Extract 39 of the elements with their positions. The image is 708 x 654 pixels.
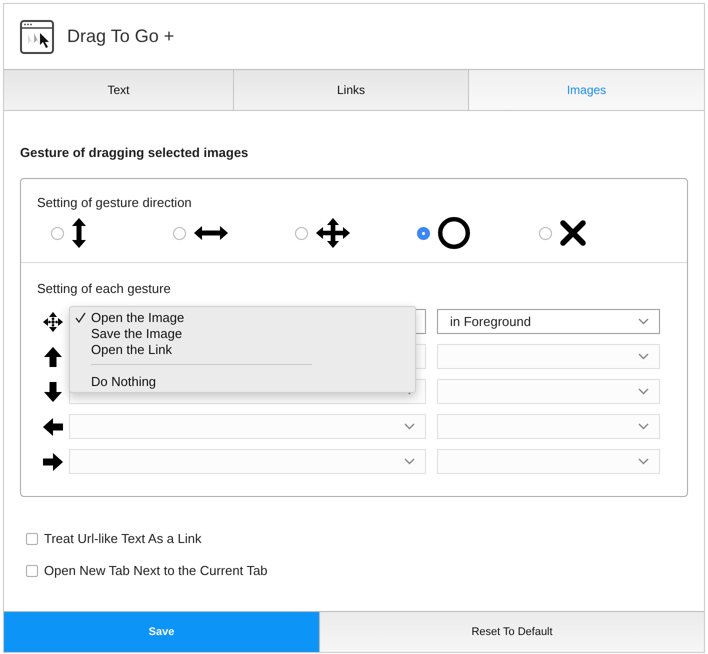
tab[interactable]: Links (234, 70, 469, 110)
checkbox[interactable] (26, 564, 38, 576)
left-arrow-icon (42, 416, 64, 438)
radio-button[interactable] (417, 226, 430, 240)
four-way-arrow-icon (42, 310, 64, 332)
tab[interactable]: Text (4, 70, 234, 110)
radio-button[interactable] (173, 226, 186, 240)
cross-icon (560, 220, 586, 246)
up-arrow-icon (42, 346, 64, 368)
chevron-down-icon (638, 353, 649, 360)
up-down-arrow-icon (72, 218, 86, 248)
checkbox[interactable] (26, 532, 38, 544)
chevron-down-icon (638, 388, 649, 395)
reset-button[interactable]: Reset To Default (319, 612, 704, 652)
radio-button[interactable] (295, 226, 308, 240)
menu-item[interactable]: Do Nothing (70, 373, 415, 389)
circle-icon (438, 217, 470, 249)
menu-item[interactable]: Open the Image (70, 309, 415, 325)
menu-item[interactable]: Open the Link (70, 341, 415, 357)
dropdown[interactable]: in Foreground (437, 309, 660, 334)
app-title: Drag To Go + (67, 26, 174, 47)
section-heading: Gesture of dragging selected images (20, 145, 250, 160)
group-label: Setting of gesture direction (37, 195, 193, 210)
down-arrow-icon (42, 380, 64, 402)
group-label: Setting of each gesture (37, 281, 172, 296)
chevron-down-icon (638, 458, 649, 465)
chevron-down-icon (638, 423, 649, 430)
right-arrow-icon (42, 450, 64, 472)
chevron-down-icon (638, 318, 649, 325)
radio-button[interactable] (51, 226, 64, 240)
chevron-down-icon (404, 458, 415, 465)
left-right-arrow-icon (194, 226, 228, 240)
radio-button[interactable] (539, 226, 552, 240)
checkbox-label: Treat Url-like Text As a Link (44, 531, 202, 546)
checkbox-label: Open New Tab Next to the Current Tab (44, 563, 268, 578)
four-way-arrow-icon (316, 218, 350, 248)
chevron-down-icon (404, 423, 415, 430)
app-logo-icon (20, 20, 54, 54)
menu-item[interactable]: Save the Image (70, 325, 415, 341)
